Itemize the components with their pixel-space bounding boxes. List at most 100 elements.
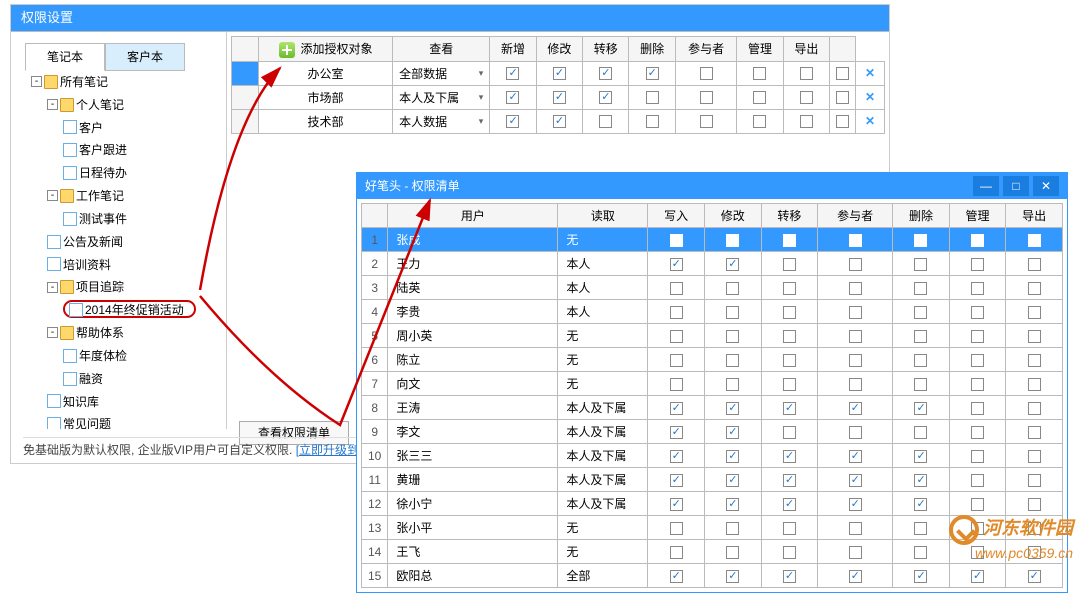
user-perm-checkbox[interactable] [849,450,862,463]
user-perm-checkbox[interactable] [670,234,683,247]
user-perm-checkbox[interactable] [914,258,927,271]
user-perm-checkbox[interactable] [783,450,796,463]
perm-scope-dropdown[interactable]: 全部数据▾ [393,61,490,85]
tree-customer[interactable]: 客户 [79,120,103,134]
user-perm-checkbox[interactable] [783,474,796,487]
user-perm-checkbox[interactable] [849,234,862,247]
user-perm-checkbox[interactable] [1028,498,1041,511]
user-perm-checkbox[interactable] [726,474,739,487]
user-perm-row[interactable]: 11黄珊本人及下属 [362,468,1063,492]
tree-toggler[interactable]: - [47,99,58,110]
perm-checkbox[interactable] [700,67,713,80]
user-perm-row[interactable]: 10张三三本人及下属 [362,444,1063,468]
user-perm-checkbox[interactable] [971,474,984,487]
user-perm-checkbox[interactable] [670,546,683,559]
user-perm-checkbox[interactable] [1028,378,1041,391]
user-perm-checkbox[interactable] [726,546,739,559]
perm-checkbox[interactable] [646,115,659,128]
tree-health[interactable]: 年度体检 [79,349,127,363]
tree-promo[interactable]: 2014年终促销活动 [85,303,184,317]
user-perm-checkbox[interactable] [783,354,796,367]
perm-checkbox[interactable] [599,67,612,80]
tree-toggler[interactable]: - [31,76,42,87]
user-perm-checkbox[interactable] [783,426,796,439]
perm-checkbox[interactable] [753,91,766,104]
user-perm-checkbox[interactable] [1028,402,1041,415]
user-perm-checkbox[interactable] [971,258,984,271]
user-perm-checkbox[interactable] [726,234,739,247]
user-perm-checkbox[interactable] [849,258,862,271]
user-perm-checkbox[interactable] [971,546,984,559]
user-perm-checkbox[interactable] [1028,522,1041,535]
perm-checkbox[interactable] [800,91,813,104]
user-perm-checkbox[interactable] [914,234,927,247]
add-target-header[interactable]: 添加授权对象 [259,37,393,62]
perm-checkbox[interactable] [836,67,849,80]
user-perm-checkbox[interactable] [849,330,862,343]
user-perm-row[interactable]: 14王飞无 [362,540,1063,564]
user-perm-checkbox[interactable] [971,402,984,415]
user-perm-checkbox[interactable] [971,378,984,391]
user-perm-checkbox[interactable] [971,330,984,343]
user-perm-row[interactable]: 5周小英无 [362,324,1063,348]
perm-checkbox[interactable] [753,67,766,80]
user-perm-checkbox[interactable] [726,570,739,583]
tree-training[interactable]: 培训资料 [63,257,111,271]
tree-toggler[interactable]: - [47,282,58,293]
user-perm-checkbox[interactable] [849,402,862,415]
tree-project[interactable]: 项目追踪 [76,280,124,294]
user-perm-checkbox[interactable] [914,330,927,343]
tree-help[interactable]: 帮助体系 [76,326,124,340]
user-perm-checkbox[interactable] [726,450,739,463]
perm-checkbox[interactable] [646,67,659,80]
minimize-button[interactable]: — [973,176,999,196]
user-perm-checkbox[interactable] [783,378,796,391]
user-perm-row[interactable]: 12徐小宁本人及下属 [362,492,1063,516]
user-perm-checkbox[interactable] [783,402,796,415]
user-perm-checkbox[interactable] [971,522,984,535]
user-perm-checkbox[interactable] [726,426,739,439]
user-perm-row[interactable]: 9李文本人及下属 [362,420,1063,444]
perm-checkbox[interactable] [553,91,566,104]
user-perm-checkbox[interactable] [726,306,739,319]
user-perm-checkbox[interactable] [726,330,739,343]
user-perm-row[interactable]: 4李贵本人 [362,300,1063,324]
user-perm-checkbox[interactable] [1028,234,1041,247]
user-perm-checkbox[interactable] [971,498,984,511]
user-perm-checkbox[interactable] [1028,546,1041,559]
user-perm-checkbox[interactable] [1028,330,1041,343]
user-perm-row[interactable]: 6陈立无 [362,348,1063,372]
user-perm-checkbox[interactable] [1028,258,1041,271]
user-perm-checkbox[interactable] [914,474,927,487]
user-perm-checkbox[interactable] [914,426,927,439]
user-perm-checkbox[interactable] [670,282,683,295]
perm-checkbox[interactable] [700,91,713,104]
user-perm-checkbox[interactable] [670,378,683,391]
user-perm-checkbox[interactable] [726,378,739,391]
user-perm-checkbox[interactable] [783,282,796,295]
user-perm-checkbox[interactable] [670,402,683,415]
tab-customer[interactable]: 客户本 [105,43,185,71]
perm-checkbox[interactable] [506,115,519,128]
tree-toggler[interactable]: - [47,190,58,201]
user-perm-row[interactable]: 8王涛本人及下属 [362,396,1063,420]
user-perm-checkbox[interactable] [971,306,984,319]
user-perm-checkbox[interactable] [849,354,862,367]
perm-scope-dropdown[interactable]: 本人数据▾ [393,109,490,133]
tree-schedule[interactable]: 日程待办 [79,166,127,180]
perm-checkbox[interactable] [599,115,612,128]
user-perm-checkbox[interactable] [849,426,862,439]
tree-personal[interactable]: 个人笔记 [76,98,124,112]
user-perm-checkbox[interactable] [971,450,984,463]
user-perm-checkbox[interactable] [783,546,796,559]
user-perm-checkbox[interactable] [726,402,739,415]
delete-row-icon[interactable]: ✕ [865,66,875,80]
perm-row[interactable]: 技术部本人数据▾✕ [232,109,885,133]
user-perm-checkbox[interactable] [783,498,796,511]
perm-checkbox[interactable] [506,67,519,80]
user-perm-checkbox[interactable] [670,522,683,535]
user-perm-checkbox[interactable] [783,306,796,319]
tree-testevent[interactable]: 测试事件 [79,212,127,226]
tree-finance[interactable]: 融资 [79,372,103,386]
user-perm-checkbox[interactable] [1028,282,1041,295]
